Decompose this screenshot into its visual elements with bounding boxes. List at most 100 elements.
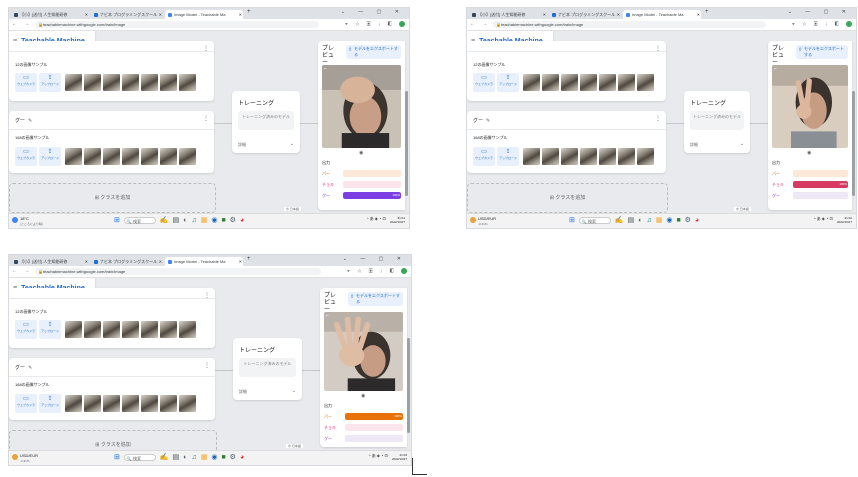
sample-thumbnail-image[interactable]: [542, 148, 559, 165]
sample-thumbnails[interactable]: [523, 74, 654, 91]
taskbar-app-icon[interactable]: ♫: [646, 217, 651, 225]
sample-thumbnail-image[interactable]: [160, 395, 177, 412]
start-menu-icon[interactable]: ⊞: [569, 217, 575, 225]
taskbar-app-icon[interactable]: ✍: [160, 217, 169, 225]
taskbar-app-icon[interactable]: ⚙: [230, 454, 236, 462]
flip-icon[interactable]: ⌐: [774, 66, 777, 72]
sample-thumbnail-image[interactable]: [84, 74, 101, 91]
taskbar-app-icon[interactable]: ◉: [211, 454, 217, 462]
close-icon[interactable]: ✕: [85, 257, 88, 266]
sample-thumbnails[interactable]: [65, 321, 196, 338]
taskbar-app-icon[interactable]: ■: [221, 217, 225, 225]
webcam-button[interactable]: ▭ ウェブカメラ: [473, 73, 495, 92]
window-controls[interactable]: ⌄ — ▢ ✕: [343, 256, 407, 262]
browser-tab[interactable]: Image Model - Teachable Ma ✕: [165, 10, 243, 19]
browser-tab[interactable]: 【小】[送付] 人生知能研修 ✕: [11, 257, 89, 266]
sample-thumbnail-image[interactable]: [141, 74, 158, 91]
sample-thumbnail-image[interactable]: [65, 321, 82, 338]
taskbar-search[interactable]: 🔍 検索: [123, 217, 156, 224]
webcam-button[interactable]: ▭ ウェブカメラ: [473, 147, 495, 166]
taskbar-app-icon[interactable]: ◉: [666, 217, 672, 225]
sample-thumbnail-image[interactable]: [160, 74, 177, 91]
sample-thumbnail-image[interactable]: [523, 148, 540, 165]
browser-tab[interactable]: ナビ本 プログラミングスクール ✕: [549, 10, 621, 19]
settings-toggle-icon[interactable]: ◉: [359, 150, 363, 156]
export-model-button[interactable]: ⇧ モデルをエクスポートする: [348, 292, 403, 306]
url-field[interactable]: 🔒 teachablemachine.withgoogle.com/train/…: [493, 21, 766, 28]
upload-button[interactable]: ⇪ アップロード: [39, 320, 61, 339]
system-tray[interactable]: ^ あ ◈ ◔ ⊡ 21:01 2022/10/27: [367, 216, 405, 224]
advanced-toggle[interactable]: 詳細 ⌄: [238, 141, 294, 148]
advanced-toggle[interactable]: 詳細 ⌄: [690, 141, 744, 148]
sample-thumbnail-image[interactable]: [637, 148, 654, 165]
taskbar-app-icon[interactable]: ◕: [695, 217, 699, 225]
scrollbar[interactable]: [852, 91, 855, 196]
taskbar-app-icon[interactable]: ▤: [628, 217, 635, 225]
taskbar-app-icon[interactable]: ▦: [201, 454, 208, 462]
profile-avatar[interactable]: [846, 21, 852, 27]
sample-thumbnail-image[interactable]: [122, 148, 139, 165]
sample-thumbnail-image[interactable]: [542, 74, 559, 91]
taskbar-apps[interactable]: ⊞ 🔍 検索 ✍ ▤ ◐ ♫ ▦ ◉ ■ ⚙ ◕: [114, 217, 248, 225]
sample-thumbnail-image[interactable]: [103, 74, 120, 91]
add-class-button[interactable]: ⊞ クラスを追加: [9, 430, 217, 451]
sample-thumbnail-image[interactable]: [618, 74, 635, 91]
browser-tab[interactable]: Image Model - Teachable Ma ✕: [165, 257, 243, 266]
webcam-button[interactable]: ▭ ウェブカメラ: [15, 147, 37, 166]
taskbar-app-icon[interactable]: ▤: [173, 454, 180, 462]
class-name[interactable]: グー ✎: [15, 117, 32, 124]
close-icon[interactable]: ✕: [697, 10, 700, 19]
upload-button[interactable]: ⇪ アップロード: [497, 147, 519, 166]
sample-thumbnail-image[interactable]: [65, 395, 82, 412]
close-icon[interactable]: ✕: [159, 257, 162, 266]
taskbar-app-icon[interactable]: ◐: [183, 217, 187, 225]
language-selector[interactable]: ⊕ 日本語: [286, 444, 303, 448]
url-field[interactable]: 🔒 teachablemachine.withgoogle.com/train/…: [35, 268, 321, 275]
taskbar-app-icon[interactable]: ▦: [201, 217, 208, 225]
sample-thumbnails[interactable]: [65, 395, 196, 412]
sample-thumbnails[interactable]: [523, 148, 654, 165]
close-icon[interactable]: ✕: [85, 10, 88, 19]
close-icon[interactable]: ✕: [159, 10, 162, 19]
sample-thumbnail-image[interactable]: [122, 395, 139, 412]
sample-thumbnail-image[interactable]: [103, 148, 120, 165]
sample-thumbnails[interactable]: [65, 74, 196, 91]
browser-tab[interactable]: Image Model - Teachable Ma ✕: [623, 10, 701, 19]
settings-toggle-icon[interactable]: ◉: [361, 393, 365, 399]
sample-thumbnail-image[interactable]: [618, 148, 635, 165]
sample-thumbnail-image[interactable]: [84, 321, 101, 338]
scrollbar[interactable]: [407, 338, 410, 433]
train-model-button[interactable]: トレーニング済みのモデル: [239, 358, 296, 377]
browser-tab[interactable]: 【小】[送付] 人生知能研修 ✕: [11, 10, 89, 19]
sample-thumbnail-image[interactable]: [141, 321, 158, 338]
sample-thumbnail-image[interactable]: [103, 395, 120, 412]
flip-icon[interactable]: ⌐: [326, 313, 329, 319]
scrollbar[interactable]: [405, 91, 408, 196]
sample-thumbnail-image[interactable]: [179, 74, 196, 91]
window-controls[interactable]: ⌄ — ▢ ✕: [341, 9, 405, 15]
new-tab-button[interactable]: +: [247, 9, 251, 15]
browser-tab[interactable]: ナビ本 プログラミングスクール ✕: [91, 10, 163, 19]
pencil-icon[interactable]: ✎: [28, 365, 32, 371]
browser-toolbar-icons[interactable]: ⌖ ☆ ▣ ↓ ◧: [347, 268, 407, 274]
sample-thumbnail-image[interactable]: [122, 74, 139, 91]
add-class-button[interactable]: ⊞ クラスを追加: [467, 183, 668, 213]
sample-thumbnail-image[interactable]: [179, 321, 196, 338]
close-icon[interactable]: ✕: [543, 10, 546, 19]
sample-thumbnails[interactable]: [65, 148, 196, 165]
taskbar-app-icon[interactable]: ⚙: [230, 217, 236, 225]
sample-thumbnail-image[interactable]: [160, 148, 177, 165]
upload-button[interactable]: ⇪ アップロード: [39, 147, 61, 166]
sample-thumbnail-image[interactable]: [561, 148, 578, 165]
taskbar-apps[interactable]: ⊞ 🔍 検索 ✍ ▤ ◐ ♫ ▦ ◉ ■ ⚙ ◕: [569, 217, 703, 225]
system-tray[interactable]: ^ あ ◈ ◔ ⊡ 21:02 2022/10/27: [814, 216, 852, 224]
taskbar-search[interactable]: 🔍 検索: [578, 217, 611, 224]
taskbar-app-icon[interactable]: ◉: [211, 217, 217, 225]
upload-button[interactable]: ⇪ アップロード: [39, 73, 61, 92]
language-selector[interactable]: ⊕ 日本語: [734, 207, 751, 211]
taskbar-app-icon[interactable]: ✍: [615, 217, 624, 225]
flip-icon[interactable]: ⌐: [324, 66, 327, 72]
kebab-menu-icon[interactable]: ⋮: [204, 362, 210, 369]
settings-toggle-icon[interactable]: ◉: [807, 150, 811, 156]
taskbar-app-icon[interactable]: ◕: [240, 217, 244, 225]
